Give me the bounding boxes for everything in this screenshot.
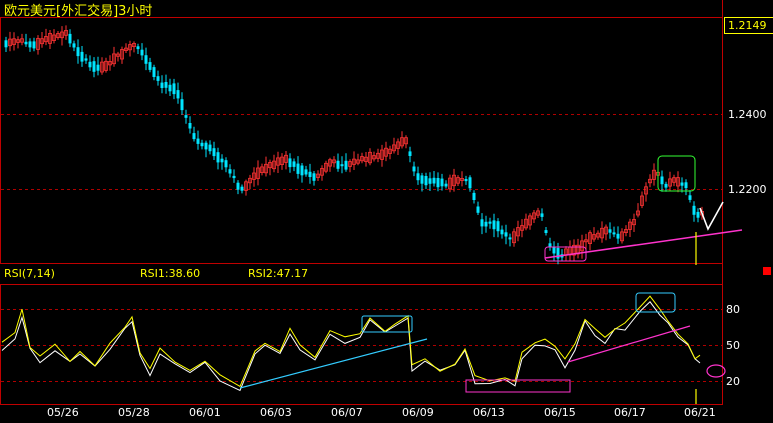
candle-body [664,183,668,188]
candle-body [144,55,148,64]
candle-body [696,211,700,218]
candle-body [488,221,492,224]
candle-body [432,177,436,184]
candle-body [204,142,208,150]
candle-body [468,177,472,189]
candle-body [84,58,88,61]
candle-body [288,158,292,168]
candle-body [616,233,620,239]
candle-body [140,49,144,56]
candle-body [160,82,164,88]
candle-body [200,142,204,147]
support-trendline [544,229,743,259]
candle-body [216,152,220,163]
candle-body [240,186,244,191]
candle-body [336,160,340,169]
candle-body [292,161,296,167]
candle-body [148,62,152,70]
candle-body [76,47,80,57]
candle-body [72,43,76,48]
candle-body [224,160,228,168]
candle-body [508,237,512,240]
candle-body [612,232,616,235]
candle-body [544,230,548,233]
candle-body [4,40,8,48]
candle-body [436,178,440,188]
candle-body [500,229,504,235]
candle-body [424,176,428,186]
candle-body [308,171,312,177]
candle-body [428,178,432,184]
candle-body [196,138,200,144]
candle-body [476,206,480,213]
candle-body [184,115,188,118]
candle-body [496,221,500,232]
candle-body [212,148,216,157]
candle-body [232,175,236,179]
candle-body [164,82,168,88]
candle-body [684,182,688,189]
candle-body [208,144,212,152]
rsi1-line [1,301,701,392]
candle-body [412,166,416,172]
candle-body [304,169,308,175]
candle-body [416,173,420,181]
forecast-line [699,201,724,231]
candle-body [96,64,100,71]
candle-body [68,33,72,44]
candle-body [24,41,28,45]
candle-body [180,99,184,111]
candle-body [236,182,240,190]
candle-body [444,183,448,187]
candle-body [156,76,160,81]
candle-body [608,229,612,233]
candle-body [344,160,348,170]
candle-body [188,123,192,129]
candle-body [504,232,508,237]
candle-body [660,176,664,185]
candle-body [92,61,96,72]
candle-body [480,219,484,227]
candle-body [28,41,32,48]
candle-body [32,41,36,49]
candle-body [80,51,84,62]
candle-body [420,175,424,184]
candle-body [152,67,156,77]
chart-canvas [0,0,743,405]
candle-body [688,195,692,200]
candles [4,25,704,265]
candle-body [492,220,496,230]
candle-body [168,84,172,92]
candle-body [300,165,304,176]
candle-body [312,173,316,181]
rsi-trendline-pink [567,325,691,363]
candle-body [176,90,180,99]
candle-body [172,83,176,95]
candle-body [340,164,344,167]
candle-body [192,133,196,140]
candle-body [440,178,444,187]
candle-body [220,158,224,163]
candle-body [552,246,556,254]
candle-body [296,163,300,174]
candle-body [692,205,696,215]
candle-body [484,221,488,227]
candle-body [548,243,552,247]
candle-body [680,182,684,186]
candle-body [88,61,92,68]
candle-body [472,192,476,200]
candle-body [228,169,232,174]
candle-body [408,151,412,156]
candle-body [540,213,544,217]
candle-body [136,46,140,50]
candle-body [464,179,468,182]
